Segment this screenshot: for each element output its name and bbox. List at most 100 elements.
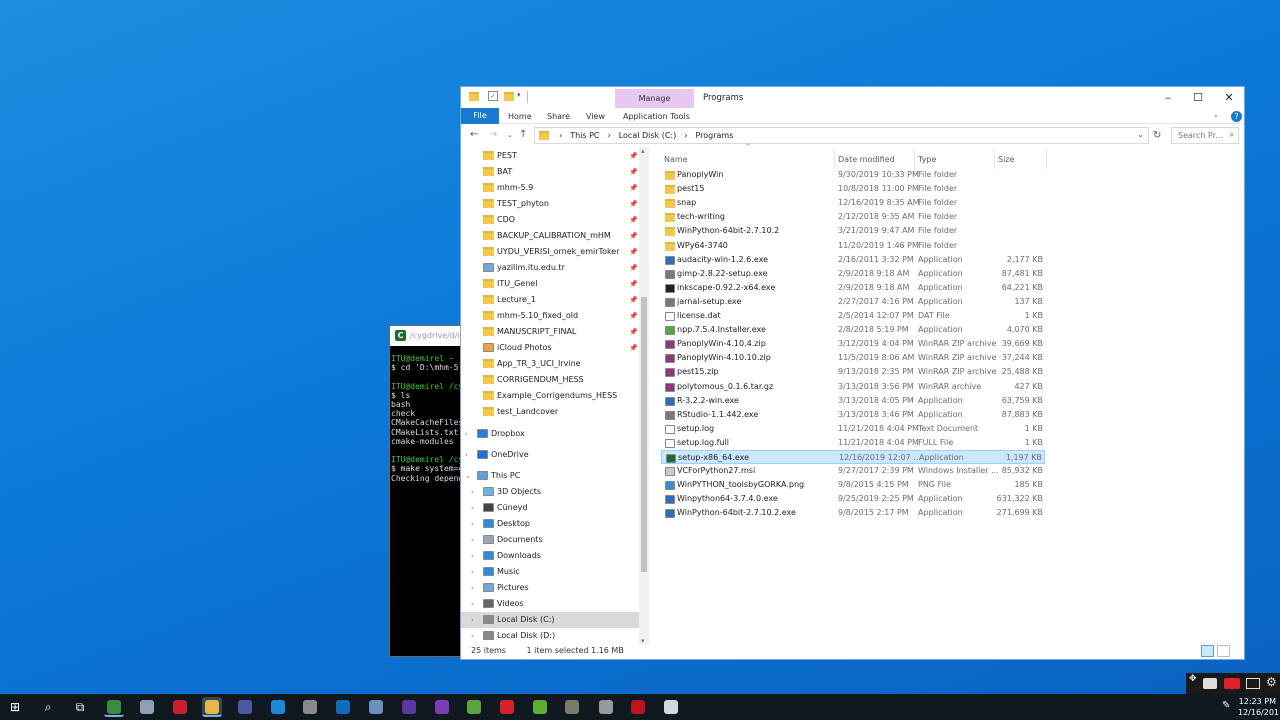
notepad-plus-icon[interactable] [464,697,484,717]
forward-arrow-icon[interactable]: → [489,129,497,140]
expand-chevron-icon[interactable]: › [465,426,468,442]
nav-item[interactable]: › Music [461,564,639,580]
help-icon[interactable]: ? [1231,111,1242,122]
pin-icon[interactable]: 📌 [629,260,638,276]
pin-icon[interactable]: 📌 [629,340,638,356]
file-explorer-window[interactable]: ✓ ▾ Manage Programs – ☐ ✕ File Home Shar… [460,86,1245,660]
nav-item[interactable]: ITU_Genel 📌 [461,276,639,292]
teamviewer-icon[interactable] [268,697,288,717]
outlook-icon[interactable] [333,697,353,717]
address-dropdown-icon[interactable]: ⌄ [1137,130,1144,139]
file-row[interactable]: WinPython-64bit-2.7.10.2 3/21/2019 9:47 A… [661,224,1045,238]
back-arrow-icon[interactable]: ← [470,129,478,140]
column-divider[interactable] [994,149,995,169]
file-row[interactable]: npp.7.5.4.Installer.exe 2/8/2018 5:19 PM A… [661,323,1045,337]
nav-item[interactable]: › Local Disk (D:) [461,628,639,644]
column-name[interactable]: Name [664,155,688,164]
new-folder-icon[interactable] [504,92,514,101]
remote-desktop-icon[interactable] [235,697,255,717]
nav-item[interactable]: › Desktop [461,516,639,532]
expand-chevron-icon[interactable]: › [471,484,474,500]
pin-icon[interactable]: 📌 [629,228,638,244]
pin-icon[interactable]: 📌 [629,324,638,340]
nav-item[interactable]: mhm-5.9 📌 [461,180,639,196]
recent-locations-icon[interactable]: ⌄ [507,131,513,139]
move-icon[interactable]: ✥ [1189,674,1197,684]
expand-chevron-icon[interactable]: › [471,500,474,516]
large-icons-view-icon[interactable] [1217,645,1230,657]
pin-icon[interactable]: 📌 [629,164,638,180]
breadcrumb-programs[interactable]: Programs [695,131,733,140]
nav-item[interactable]: BACKUP_CALIBRATION_mHM 📌 [461,228,639,244]
file-row[interactable]: license.dat 2/5/2014 12:07 PM DAT File 1 KB [661,309,1045,323]
nav-scrollbar[interactable]: ▴ ▾ [639,147,649,645]
terminal-output[interactable]: ITU@demirel ~ $ cd 'D:\mhm-5. ITU@demirel… [390,346,460,483]
nav-item[interactable]: › Documents [461,532,639,548]
expand-chevron-icon[interactable]: › [471,564,474,580]
column-divider[interactable] [1046,149,1047,169]
tab-view[interactable]: View [586,112,605,121]
expand-chevron-icon[interactable]: › [471,532,474,548]
tab-home[interactable]: Home [508,112,532,121]
file-row[interactable]: WinPython-64bit-2.7.10.2.exe 9/8/2015 2:1… [661,506,1045,520]
column-date-modified[interactable]: Date modified [838,155,895,164]
expand-ribbon-icon[interactable]: ⌄ [1213,111,1219,119]
nav-item[interactable]: › OneDrive [461,447,639,463]
opera-icon[interactable] [497,697,517,717]
pin-icon[interactable]: 📌 [629,148,638,164]
app-icon[interactable] [137,697,157,717]
system-clock[interactable]: 12:23 PM 12/16/201 [1238,696,1280,718]
file-row[interactable]: inkscape-0.92.2-x64.exe 2/9/2018 9:18 AM A… [661,281,1045,295]
pin-icon[interactable]: 📌 [629,180,638,196]
nav-item[interactable]: iCloud Photos 📌 [461,340,639,356]
recorder-toolbar[interactable]: ✥ ⚙ [1186,673,1280,695]
refresh-icon[interactable]: ↻ [1153,130,1161,141]
column-type[interactable]: Type [918,155,936,164]
search-icon[interactable]: ⌕ [38,697,58,717]
expand-chevron-icon[interactable]: › [465,447,468,463]
file-row[interactable]: setup-x86_64.exe 12/16/2019 12:07 ... Appl… [661,450,1045,464]
pin-icon[interactable]: 📌 [629,212,638,228]
pin-icon[interactable]: 📌 [629,244,638,260]
cygwin-terminal-window[interactable]: C /cygdrive/d/m ITU@demirel ~ $ cd 'D:\mh… [389,325,461,657]
pen-icon[interactable]: ✎ [1222,700,1230,711]
expand-chevron-icon[interactable]: › [471,580,474,596]
properties-icon[interactable]: ✓ [488,91,498,101]
nav-scrollbar-thumb[interactable] [641,297,647,572]
nav-item[interactable]: ⌄ This PC [461,468,639,484]
column-size[interactable]: Size [998,155,1014,164]
record-video-icon[interactable] [1224,678,1240,689]
nav-item[interactable]: test_Landcover [461,404,639,420]
manage-tab[interactable]: Manage [615,89,694,108]
file-row[interactable]: PanoplyWin 9/30/2019 10:33 PM File folder [661,168,1045,182]
maximize-button[interactable]: ☐ [1183,89,1213,107]
nav-item[interactable]: › Local Disk (C:) [461,612,639,628]
file-row[interactable]: snap 12/16/2019 8:35 AM File folder [661,196,1045,210]
settings-gear-icon[interactable]: ⚙ [1266,675,1277,689]
pin-icon[interactable]: 📌 [629,292,638,308]
expand-chevron-icon[interactable]: ⌄ [465,468,471,484]
column-divider[interactable] [834,149,835,169]
file-row[interactable]: RStudio-1.1.442.exe 3/13/2018 3:46 PM Appl… [661,408,1045,422]
breadcrumb-local-disk[interactable]: Local Disk (C:) [619,131,677,140]
acrobat-icon[interactable] [628,697,648,717]
nav-item[interactable]: App_TR_3_UCI_Irvine [461,356,639,372]
search-input[interactable]: Search Pr... ⌕ [1171,127,1239,144]
mendeley-icon[interactable] [170,697,190,717]
pin-icon[interactable]: 📌 [629,196,638,212]
close-button[interactable]: ✕ [1214,89,1244,107]
pin-icon[interactable]: 📌 [629,308,638,324]
file-row[interactable]: audacity-win-1.2.6.exe 2/16/2011 3:32 PM A… [661,253,1045,267]
gallery-icon[interactable] [1246,678,1260,689]
nav-item[interactable]: PEST 📌 [461,148,639,164]
nav-item[interactable]: Example_Corrigendums_HESS [461,388,639,404]
pin-icon[interactable]: 📌 [629,276,638,292]
file-row[interactable]: PanoplyWin-4.10.4.zip 3/12/2019 4:04 PM Wi… [661,337,1045,351]
file-row[interactable]: R-3.2.2-win.exe 3/13/2018 4:05 PM Applicat… [661,394,1045,408]
file-explorer-icon[interactable] [202,697,222,717]
file-row[interactable]: setup.log 11/21/2018 4:04 PM Text Document… [661,422,1045,436]
file-row[interactable]: WinPYTHON_toolsbyGORKA.png 9/8/2015 4:15 … [661,478,1045,492]
tab-file[interactable]: File [461,108,499,124]
nav-item[interactable]: MANUSCRIPT_FINAL 📌 [461,324,639,340]
nav-item[interactable]: yazilim.itu.edu.tr 📌 [461,260,639,276]
